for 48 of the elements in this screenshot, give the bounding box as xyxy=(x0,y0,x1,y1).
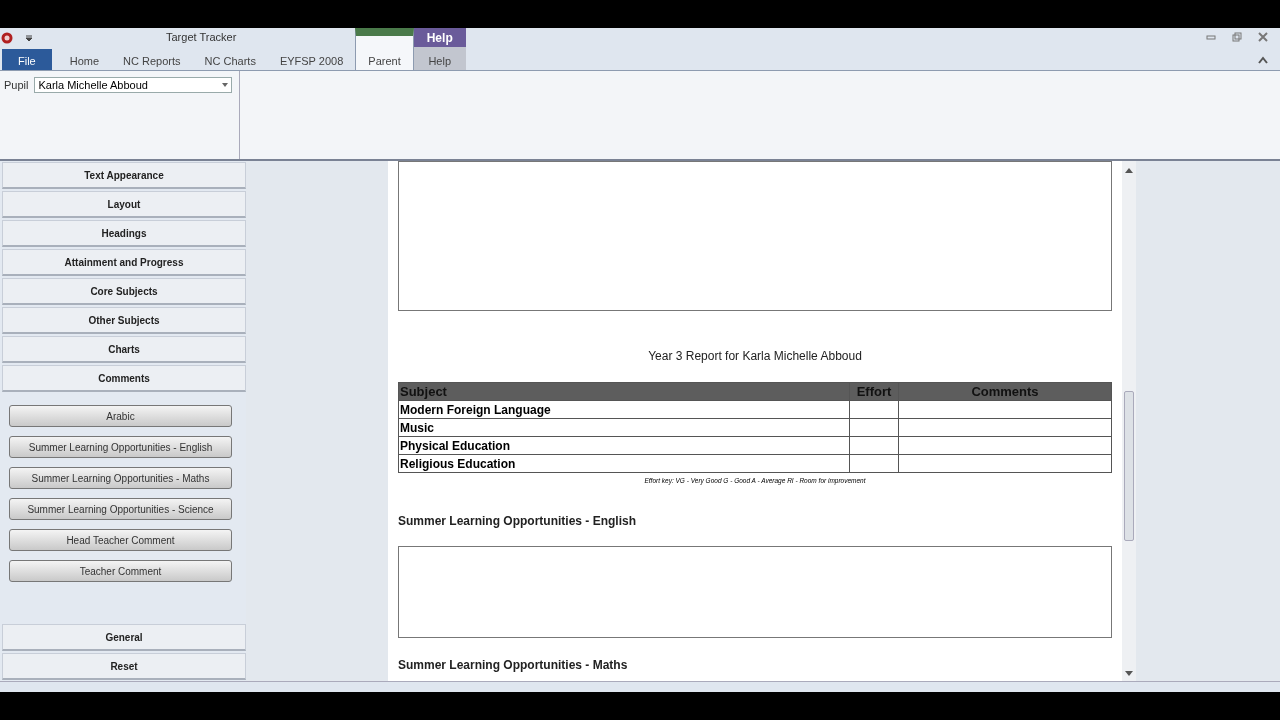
ribbon-tab[interactable]: NC Charts xyxy=(192,49,268,70)
scroll-up-icon[interactable] xyxy=(1125,167,1133,173)
ribbon-tab[interactable]: Parent xyxy=(355,28,414,70)
section-header[interactable]: Core Subjects xyxy=(2,278,246,305)
comment-button[interactable]: Arabic xyxy=(9,405,232,427)
scrollbar[interactable] xyxy=(1122,161,1136,681)
app-logo-icon xyxy=(1,32,13,44)
section-header[interactable]: Layout xyxy=(2,191,246,218)
section-header[interactable]: Comments xyxy=(2,365,246,392)
comment-button[interactable]: Teacher Comment xyxy=(9,560,232,582)
section-header[interactable]: Charts xyxy=(2,336,246,363)
section-header[interactable]: Reset xyxy=(2,653,246,680)
section-header[interactable]: Other Subjects xyxy=(2,307,246,334)
comment-button[interactable]: Summer Learning Opportunities - English xyxy=(9,436,232,458)
section-heading: Summer Learning Opportunities - Maths xyxy=(398,658,629,672)
scroll-down-icon[interactable] xyxy=(1125,671,1133,677)
pupil-label: Pupil xyxy=(4,78,29,93)
subject-cell: Physical Education xyxy=(398,436,850,455)
file-tab[interactable]: File xyxy=(2,49,52,70)
restore-icon[interactable] xyxy=(1232,32,1242,42)
column-header: Subject xyxy=(398,382,850,401)
column-header: Effort xyxy=(849,382,899,401)
subject-cell: Modern Foreign Language xyxy=(398,400,850,419)
comment-button[interactable]: Head Teacher Comment xyxy=(9,529,232,551)
subject-cell: Music xyxy=(398,418,850,437)
collapse-ribbon-icon[interactable] xyxy=(1258,56,1268,64)
subject-cell: Religious Education xyxy=(398,454,850,473)
column-header: Comments xyxy=(898,382,1112,401)
pupil-dropdown[interactable]: Karla Michelle Abboud xyxy=(34,77,233,93)
minimize-icon[interactable] xyxy=(1206,32,1216,42)
scroll-thumb[interactable] xyxy=(1124,391,1134,541)
section-heading: Summer Learning Opportunities - English xyxy=(398,514,638,528)
window-title: Target Tracker xyxy=(166,31,237,43)
ribbon-tab[interactable]: Home xyxy=(57,49,112,70)
ribbon-tab[interactable]: NC Reports xyxy=(111,49,193,70)
ribbon-tab[interactable]: EYFSP 2008 xyxy=(267,49,356,70)
comment-button[interactable]: Summer Learning Opportunities - Maths xyxy=(9,467,232,489)
section-header[interactable]: General xyxy=(2,624,246,651)
close-icon[interactable] xyxy=(1258,32,1268,42)
section-header[interactable]: Headings xyxy=(2,220,246,247)
help-tab[interactable]: Help Help xyxy=(413,28,466,70)
dropdown-arrow-icon xyxy=(222,83,229,87)
comment-button[interactable]: Summer Learning Opportunities - Science xyxy=(9,498,232,520)
quick-access-dropdown-icon[interactable] xyxy=(25,34,33,42)
help-group-label: Help xyxy=(413,28,466,47)
report-title: Year 3 Report for Karla Michelle Abboud xyxy=(647,349,863,363)
section-header[interactable]: Attainment and Progress xyxy=(2,249,246,276)
section-header[interactable]: Text Appearance xyxy=(2,162,246,189)
